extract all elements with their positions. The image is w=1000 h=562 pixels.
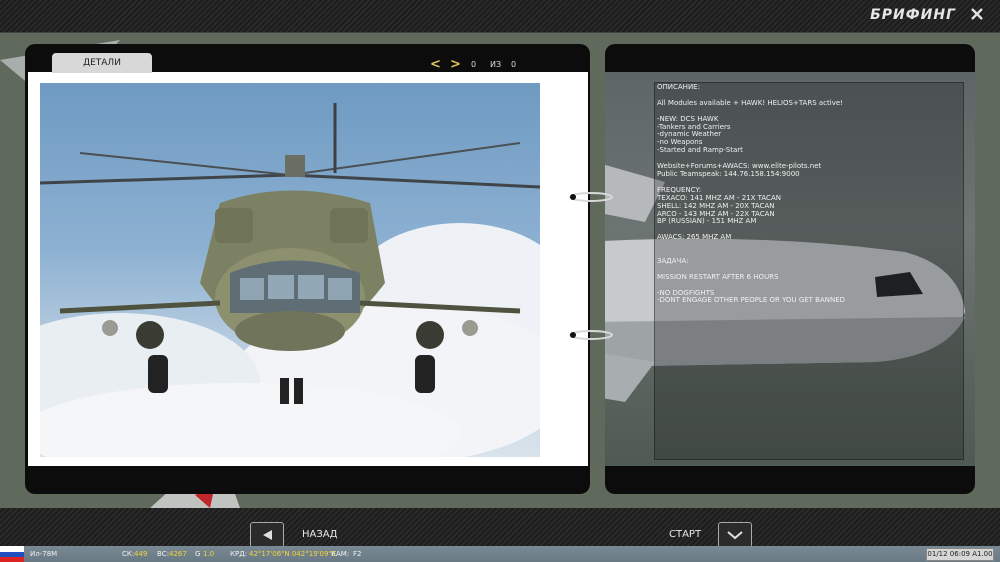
start-label[interactable]: СТАРТ xyxy=(669,529,701,540)
back-button[interactable] xyxy=(250,522,284,548)
briefing-text: ОПИСАНИЕ: All Modules available + HAWK! … xyxy=(657,83,957,305)
binder-ring-icon xyxy=(568,326,614,340)
close-icon[interactable] xyxy=(968,5,986,23)
briefing-line: MISSION RESTART AFTER 6 HOURS xyxy=(657,272,779,281)
briefing-line: ЗАДАЧА: xyxy=(657,256,689,265)
screen-title: БРИФИНГ xyxy=(870,7,956,23)
sk-label: СК: xyxy=(122,550,135,558)
aircraft-name: Ил-78M xyxy=(30,550,58,558)
arrow-left-icon xyxy=(263,530,272,540)
briefing-line: Public Teamspeak: 144.76.158.154:9000 xyxy=(657,169,800,178)
krd-label: КРД: xyxy=(230,550,248,558)
bottom-nav-bar: НАЗАД СТАРТ xyxy=(0,508,1000,548)
chevron-down-icon xyxy=(727,531,743,540)
kam-label: КАМ: xyxy=(331,550,350,558)
sk-value: 449 xyxy=(134,550,148,558)
flag-icon xyxy=(0,546,24,562)
top-bar: БРИФИНГ xyxy=(0,0,1000,33)
status-bar: Ил-78M СК: 449 ВС: 4267 G 1.0 КРД: 42°17… xyxy=(0,546,1000,562)
krd-value: 42°17'06"N 042°19'09"E xyxy=(249,550,337,558)
briefing-line: All Modules available + HAWK! HELIOS+TAR… xyxy=(657,98,843,107)
pager-current: 0 xyxy=(471,60,477,69)
briefing-line: -Started and Ramp-Start xyxy=(657,146,743,155)
g-label: G xyxy=(195,550,201,558)
aircraft-photo xyxy=(40,83,540,457)
briefing-line xyxy=(657,242,957,250)
pager-of-label: ИЗ xyxy=(490,60,502,69)
chevron-left-icon[interactable]: < xyxy=(430,57,441,72)
briefing-line: -DONT ENGAGE OTHER PEOPLE OR YOU GET BAN… xyxy=(657,296,846,305)
briefing-line xyxy=(657,179,957,187)
chevron-right-icon[interactable]: > xyxy=(450,57,461,72)
mission-clock: 01/12 06:09 A1.00 xyxy=(926,548,994,561)
pager-total: 0 xyxy=(511,60,517,69)
back-label[interactable]: НАЗАД xyxy=(302,529,337,540)
vs-value: 4267 xyxy=(169,550,187,558)
tab-details[interactable]: ДЕТАЛИ xyxy=(52,53,152,73)
binder-ring-icon xyxy=(568,188,614,202)
start-button[interactable] xyxy=(718,522,752,548)
vs-label: ВС: xyxy=(157,550,170,558)
briefing-line: -dynamic Weather xyxy=(657,130,722,139)
briefing-line: BP (RUSSIAN) - 151 MHZ AM xyxy=(657,217,757,226)
g-value: 1.0 xyxy=(203,550,215,558)
briefing-line xyxy=(657,250,957,258)
briefing-line: AWACS: 265 MHZ AM xyxy=(657,233,732,242)
kam-value: F2 xyxy=(353,550,362,558)
briefing-line: ОПИСАНИЕ: xyxy=(657,83,700,91)
